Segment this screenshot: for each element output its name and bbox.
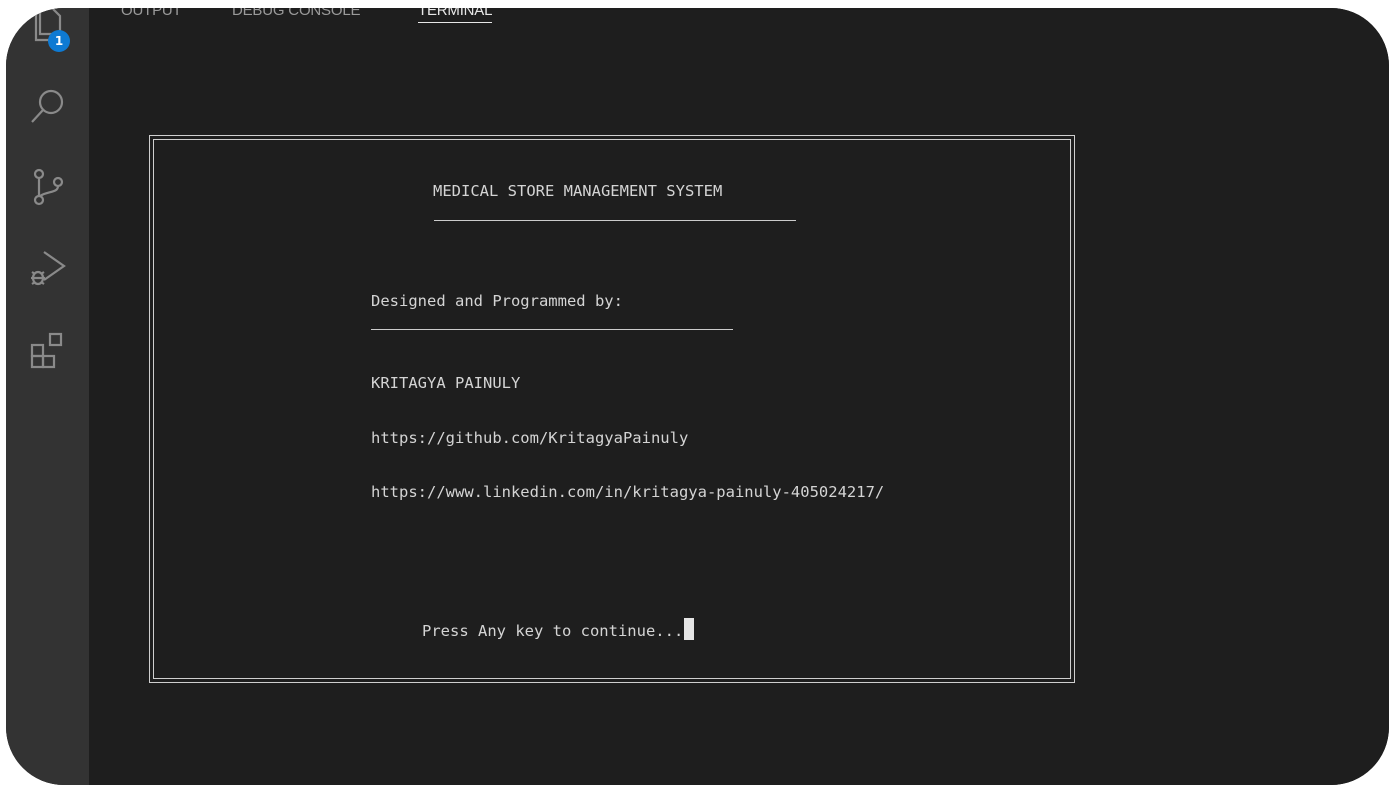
vscode-window: 1 OUTPUT DEBUG CONSOLE TERMINAL MEDICAL … — [6, 8, 1389, 785]
tab-debug-console[interactable]: DEBUG CONSOLE — [232, 8, 360, 19]
source-control-icon[interactable] — [28, 167, 68, 207]
panel-tabs: OUTPUT DEBUG CONSOLE TERMINAL — [89, 8, 1389, 38]
author-name: KRITAGYA PAINULY — [371, 374, 521, 392]
terminal-cursor — [684, 618, 695, 640]
explorer-badge: 1 — [48, 30, 70, 52]
title-underline — [434, 220, 796, 221]
designed-by-label: Designed and Programmed by: — [371, 292, 623, 310]
terminal-panel: OUTPUT DEBUG CONSOLE TERMINAL MEDICAL ST… — [89, 8, 1389, 785]
extensions-icon[interactable] — [28, 331, 68, 371]
terminal-output-box — [149, 135, 1075, 683]
github-link: https://github.com/KritagyaPainuly — [371, 429, 689, 447]
tab-terminal[interactable]: TERMINAL — [418, 8, 492, 23]
run-debug-icon[interactable] — [28, 248, 68, 288]
linkedin-link: https://www.linkedin.com/in/kritagya-pai… — [371, 483, 885, 501]
activity-bar: 1 — [6, 8, 89, 785]
tab-output[interactable]: OUTPUT — [121, 8, 182, 19]
search-icon[interactable] — [28, 86, 68, 126]
designed-by-underline — [371, 329, 733, 330]
continue-prompt-line: Press Any key to continue... — [422, 618, 695, 640]
continue-prompt: Press Any key to continue... — [422, 622, 684, 640]
program-title: MEDICAL STORE MANAGEMENT SYSTEM — [433, 182, 723, 200]
